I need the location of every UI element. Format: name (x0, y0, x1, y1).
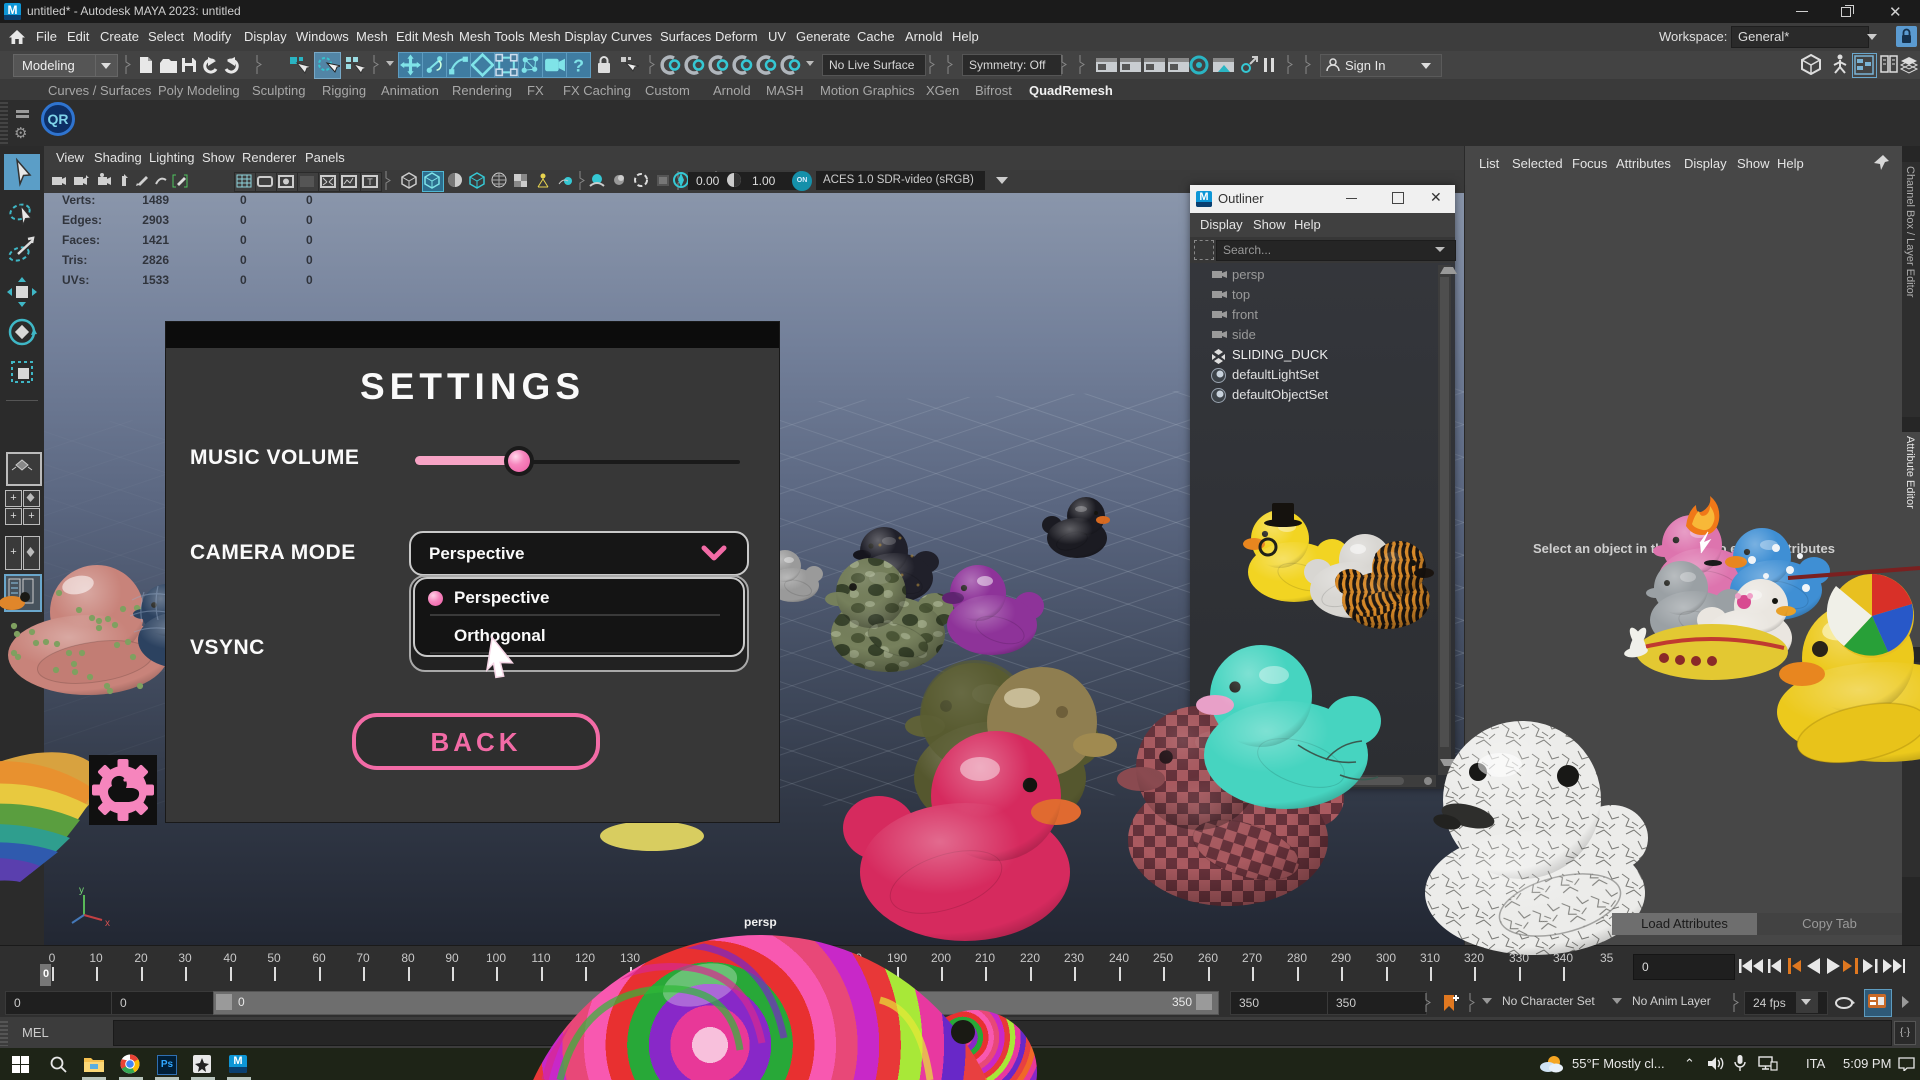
svg-text:y: y (79, 885, 84, 896)
svg-text:?: ? (573, 55, 584, 75)
svg-text:T: T (367, 177, 373, 187)
svg-text:x: x (105, 918, 110, 929)
